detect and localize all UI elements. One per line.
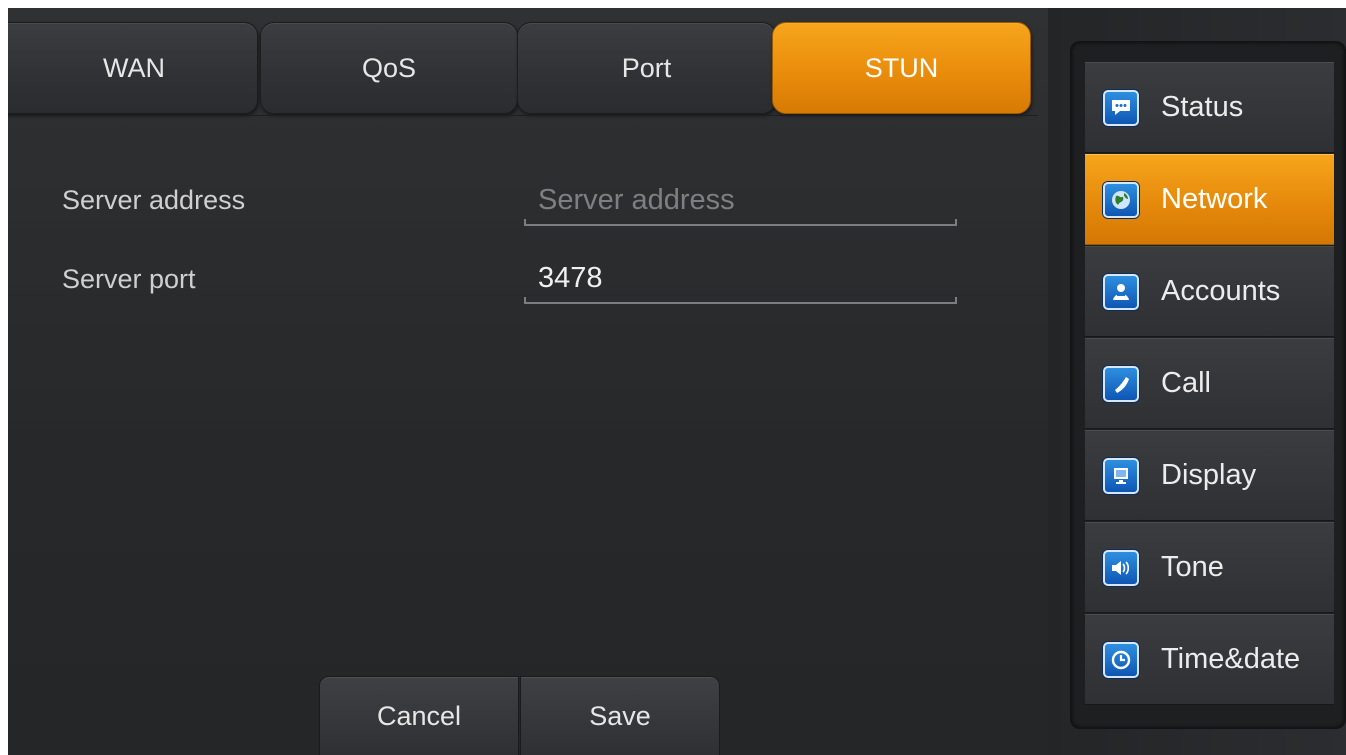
tab-qos-label: QoS	[361, 52, 417, 83]
sidebar-item-status[interactable]: Status	[1085, 62, 1334, 153]
server-address-label: Server address	[62, 185, 246, 215]
tab-stun[interactable]: STUN	[772, 22, 1031, 114]
tab-qos[interactable]: QoS	[260, 22, 518, 114]
sidebar-item-display[interactable]: Display	[1085, 430, 1334, 521]
users-icon	[1103, 273, 1139, 310]
cancel-button[interactable]: Cancel	[319, 676, 519, 755]
tab-port[interactable]: Port	[517, 22, 776, 114]
sidebar-item-network[interactable]: Network	[1085, 154, 1334, 245]
server-port-input[interactable]	[538, 256, 938, 300]
server-port-label: Server port	[62, 264, 196, 294]
tab-wan-label: WAN	[103, 52, 165, 83]
sidebar-item-time-date[interactable]: Time&date	[1085, 614, 1334, 705]
sidebar-item-label: Time&date	[1161, 643, 1301, 675]
sidebar-item-label: Accounts	[1161, 275, 1281, 307]
cancel-button-label: Cancel	[376, 700, 462, 731]
sidebar-item-label: Tone	[1161, 551, 1224, 583]
settings-screen: WAN QoS Port STUN Server address Server …	[8, 8, 1346, 755]
sidebar-item-tone[interactable]: Tone	[1085, 522, 1334, 613]
tabs-divider	[8, 115, 1038, 116]
tab-wan[interactable]: WAN	[8, 22, 258, 114]
speaker-icon	[1103, 549, 1139, 586]
server-port-field[interactable]	[524, 256, 957, 304]
phone-handset-icon	[1103, 365, 1139, 402]
tab-port-label: Port	[621, 52, 672, 83]
clock-icon	[1103, 641, 1139, 678]
monitor-icon	[1103, 457, 1139, 494]
save-button-label: Save	[589, 700, 651, 731]
sidebar-item-label: Status	[1161, 91, 1244, 123]
sidebar-item-accounts[interactable]: Accounts	[1085, 246, 1334, 337]
chat-bubble-icon	[1103, 89, 1139, 126]
sidebar-item-label: Display	[1161, 459, 1257, 491]
sidebar-item-label: Call	[1161, 367, 1211, 399]
tab-stun-label: STUN	[864, 52, 939, 83]
sidebar-item-label: Network	[1161, 183, 1268, 215]
sidebar-item-call[interactable]: Call	[1085, 338, 1334, 429]
server-address-field[interactable]	[524, 178, 957, 226]
save-button[interactable]: Save	[520, 676, 720, 755]
globe-icon	[1103, 181, 1139, 218]
server-address-input[interactable]	[538, 178, 938, 222]
